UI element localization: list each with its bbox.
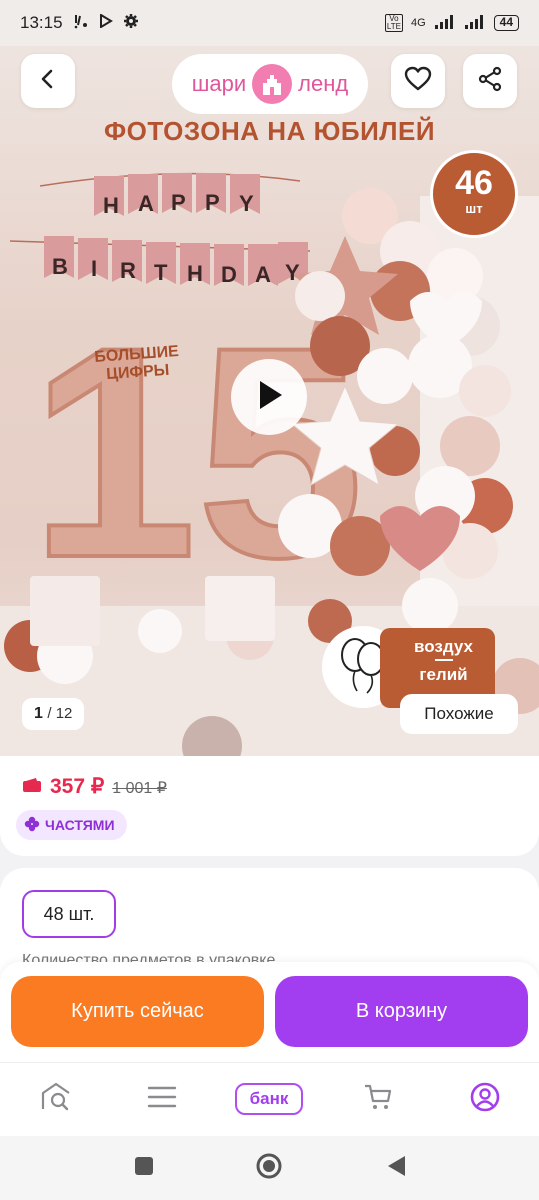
banner-letter: A [138, 191, 154, 216]
product-page: 13:15 Vo LTE 4G 44 15 шари ленд ФОТОЗОНА… [0, 0, 539, 1200]
banner-letter: Y [285, 260, 300, 285]
helium-line-1: воздух [414, 637, 473, 656]
installments-icon [24, 816, 40, 835]
notification-icon [73, 13, 89, 34]
add-to-cart-button[interactable]: В корзину [275, 976, 528, 1047]
settings-gear-icon [123, 13, 139, 34]
heart-icon [404, 66, 432, 97]
banner-letter: A [255, 262, 271, 287]
nav-home[interactable] [35, 1079, 79, 1119]
banner-letter: P [205, 190, 220, 215]
system-navigation [0, 1136, 539, 1200]
quantity-option-chip[interactable]: 48 шт. [22, 890, 116, 938]
helium-line-2: гелий [419, 665, 468, 684]
count-badge-unit: шт [465, 201, 483, 216]
count-badge: 46 шт [430, 150, 518, 238]
price-row: 357 ₽ 1 001 ₽ [22, 774, 167, 799]
play-video-button[interactable] [231, 359, 307, 435]
nav-cart[interactable] [356, 1079, 400, 1119]
status-right: Vo LTE 4G 44 [384, 14, 519, 33]
nav-catalog[interactable] [140, 1079, 184, 1119]
count-badge-number: 46 [455, 164, 493, 202]
signal-icon-2 [464, 14, 486, 33]
share-button[interactable] [463, 54, 517, 108]
promo-headline: ФОТОЗОНА НА ЮБИЛЕЙ [103, 116, 436, 146]
castle-logo-icon [252, 64, 293, 104]
installments-label: ЧАСТЯМИ [45, 817, 115, 833]
banner-letter: B [52, 254, 68, 279]
banner-letter: D [221, 262, 237, 287]
price-card: 357 ₽ 1 001 ₽ ЧАСТЯМИ [0, 756, 539, 856]
banner-letter: H [187, 261, 203, 286]
helium-divider [434, 659, 453, 661]
home-search-icon [40, 1081, 74, 1118]
menu-icon [147, 1085, 177, 1114]
cart-icon [363, 1083, 393, 1116]
banner-letter: Y [239, 191, 254, 216]
back-arrow-icon [37, 68, 59, 95]
gallery-counter-current: 1 [34, 705, 43, 722]
triangle-back-icon [385, 1154, 407, 1183]
play-icon [252, 377, 286, 418]
volte-label: Vo LTE [384, 14, 403, 32]
big-digits-label: БОЛЬШИЕ ЦИФРЫ [94, 343, 181, 385]
battery-indicator: 44 [493, 15, 519, 31]
favorite-button[interactable] [391, 54, 445, 108]
price-current: 357 ₽ [50, 775, 105, 798]
profile-icon [469, 1081, 501, 1118]
brand-left: шари [191, 71, 247, 96]
circle-icon [255, 1152, 283, 1185]
nav-profile[interactable] [463, 1079, 507, 1119]
bottom-navigation: банк [0, 1062, 539, 1136]
network-type: 4G [410, 17, 426, 29]
brand-right: ленд [298, 71, 349, 96]
play-store-icon [99, 13, 113, 33]
back-button[interactable] [21, 54, 75, 108]
buy-now-button[interactable]: Купить сейчас [11, 976, 264, 1047]
similar-button[interactable]: Похожие [400, 694, 518, 734]
status-left: 13:15 [20, 13, 139, 34]
back-system-button[interactable] [382, 1154, 410, 1182]
banner-letter: T [154, 260, 168, 285]
gallery-counter: 1 / 12 [22, 698, 85, 730]
signal-icon-1 [434, 14, 456, 33]
banner-letter: H [103, 193, 119, 218]
share-icon [477, 66, 503, 97]
brand-logo: шари ленд [172, 54, 368, 114]
installments-badge[interactable]: ЧАСТЯМИ [16, 810, 127, 840]
square-icon [134, 1156, 154, 1181]
gallery-counter-total: / 12 [47, 705, 73, 722]
banner-letter: P [171, 190, 186, 215]
price-old: 1 001 ₽ [112, 780, 167, 797]
home-button[interactable] [255, 1152, 283, 1185]
product-gallery[interactable]: 15 шари ленд ФОТОЗОНА НА ЮБИЛЕЙ 46 шт H … [0, 46, 539, 756]
status-bar: 13:15 Vo LTE 4G 44 [0, 0, 539, 46]
banner-letter: I [91, 256, 98, 281]
status-time: 13:15 [20, 13, 63, 32]
nav-bank[interactable]: банк [235, 1083, 303, 1115]
banner-letter: R [120, 258, 136, 283]
recent-apps-button[interactable] [130, 1154, 158, 1182]
action-bar: Купить сейчас В корзину [0, 962, 539, 1062]
wallet-icon [22, 777, 42, 793]
